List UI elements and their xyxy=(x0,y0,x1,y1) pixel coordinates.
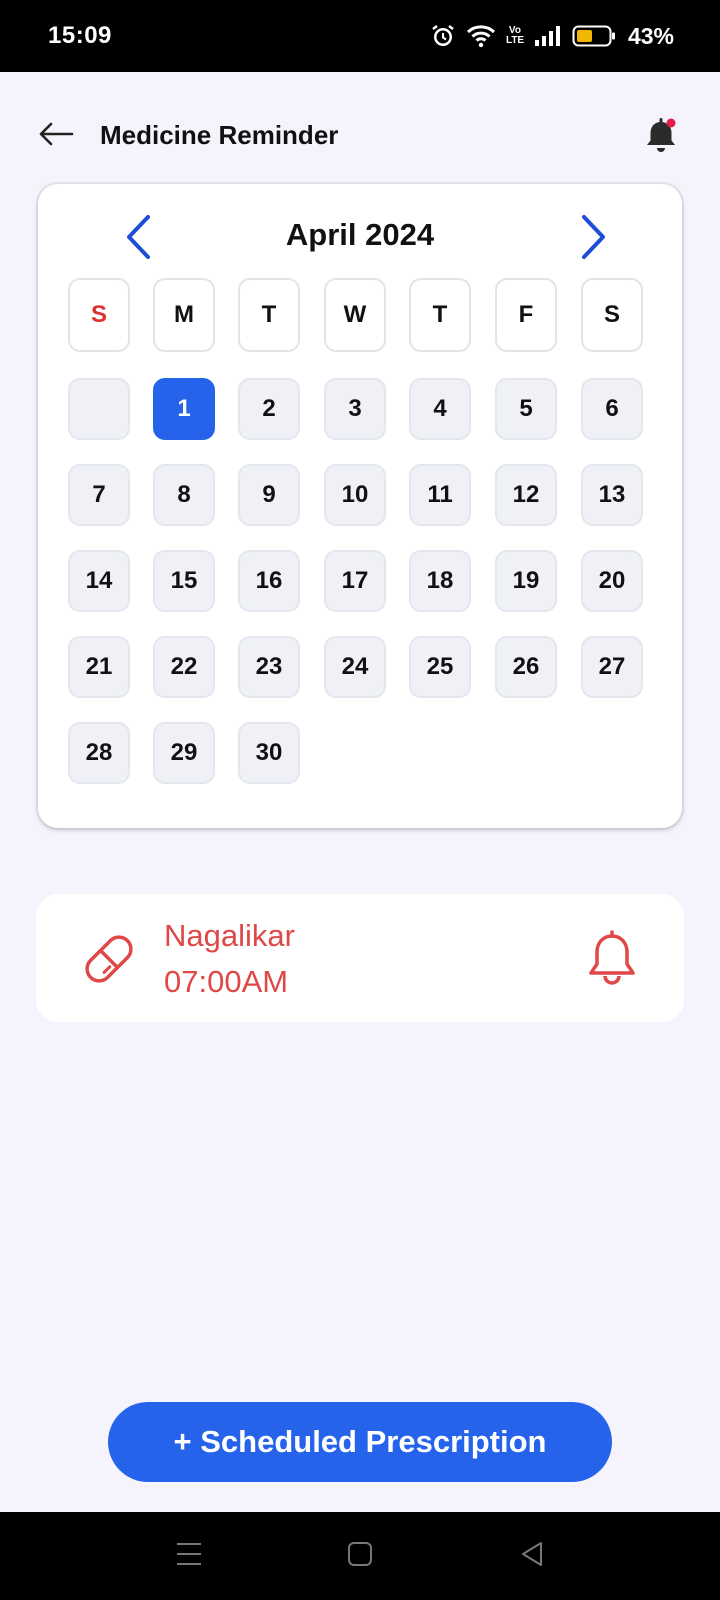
reminder-time: 07:00AM xyxy=(164,964,289,999)
calendar-day[interactable]: 27 xyxy=(581,636,643,698)
recent-apps-button[interactable] xyxy=(167,1534,211,1578)
volte-icon: Vo LTE xyxy=(506,26,524,46)
calendar-day[interactable]: 11 xyxy=(409,464,471,526)
reminder-bell-button[interactable] xyxy=(582,930,644,992)
weekday-header: M xyxy=(153,278,215,352)
volte-label-bottom: LTE xyxy=(505,35,525,46)
calendar-day[interactable]: 26 xyxy=(495,636,557,698)
system-navigation-bar xyxy=(0,1512,720,1600)
status-time: 15:09 xyxy=(48,22,112,49)
calendar-day[interactable]: 22 xyxy=(153,636,215,698)
weekday-header: W xyxy=(324,278,386,352)
calendar-day[interactable]: 25 xyxy=(409,636,471,698)
bell-with-dot-icon xyxy=(640,118,684,162)
calendar-day[interactable]: 18 xyxy=(409,550,471,612)
calendar-day[interactable]: 7 xyxy=(68,464,130,526)
scheduled-prescription-button[interactable]: + Scheduled Prescription xyxy=(108,1402,612,1482)
wifi-icon xyxy=(466,24,496,48)
calendar-day[interactable]: 3 xyxy=(324,378,386,440)
status-icons: Vo LTE 43% xyxy=(430,23,674,50)
menu-icon xyxy=(175,1541,203,1572)
calendar-day[interactable]: 14 xyxy=(68,550,130,612)
calendar-day[interactable]: 2 xyxy=(238,378,300,440)
calendar-empty-cell xyxy=(68,378,130,440)
signal-icon xyxy=(534,25,562,47)
battery-percent: 43% xyxy=(627,22,674,49)
calendar-day[interactable]: 19 xyxy=(495,550,557,612)
calendar-day[interactable]: 16 xyxy=(238,550,300,612)
weekday-header: T xyxy=(238,278,300,352)
calendar-day[interactable]: 28 xyxy=(68,722,130,784)
calendar-day[interactable]: 21 xyxy=(68,636,130,698)
calendar-day[interactable]: 9 xyxy=(238,464,300,526)
weekday-header: T xyxy=(409,278,471,352)
calendar-day-selected[interactable]: 1 xyxy=(153,378,215,440)
back-triangle-icon xyxy=(519,1540,545,1573)
alarm-icon xyxy=(430,23,456,49)
page-title: Medicine Reminder xyxy=(100,120,339,150)
calendar-day[interactable]: 15 xyxy=(153,550,215,612)
calendar-day[interactable]: 4 xyxy=(409,378,471,440)
calendar-day[interactable]: 6 xyxy=(581,378,643,440)
calendar-day[interactable]: 20 xyxy=(581,550,643,612)
calendar-day[interactable]: 10 xyxy=(324,464,386,526)
calendar-card: April 2024 S M T W T F S 1 2 3 4 5 6 7 8 9 10 11 12 13 14 15 1… xyxy=(38,184,682,828)
weekday-header: S xyxy=(581,278,643,352)
weekday-header: S xyxy=(68,278,130,352)
pill-icon xyxy=(80,930,138,988)
status-bar: 15:09 Vo LTE 43% xyxy=(0,0,720,72)
notifications-button[interactable] xyxy=(640,114,684,158)
next-month-button[interactable] xyxy=(568,214,618,264)
battery-icon xyxy=(572,24,616,48)
home-icon xyxy=(347,1541,373,1572)
calendar-day[interactable]: 12 xyxy=(495,464,557,526)
weekday-header: F xyxy=(495,278,557,352)
home-button[interactable] xyxy=(338,1534,382,1578)
calendar-day[interactable]: 17 xyxy=(324,550,386,612)
back-nav-button[interactable] xyxy=(510,1534,554,1578)
calendar-day[interactable]: 24 xyxy=(324,636,386,698)
back-button[interactable] xyxy=(36,116,76,156)
calendar-day[interactable]: 23 xyxy=(238,636,300,698)
calendar-day[interactable]: 29 xyxy=(153,722,215,784)
bell-icon xyxy=(582,930,642,996)
medicine-name: Nagalikar xyxy=(164,918,295,953)
calendar-day[interactable]: 8 xyxy=(153,464,215,526)
chevron-right-icon xyxy=(578,214,608,265)
calendar-day[interactable]: 13 xyxy=(581,464,643,526)
app-header: Medicine Reminder xyxy=(0,100,720,170)
calendar-day[interactable]: 5 xyxy=(495,378,557,440)
calendar-day[interactable]: 30 xyxy=(238,722,300,784)
arrow-left-icon xyxy=(38,121,74,152)
